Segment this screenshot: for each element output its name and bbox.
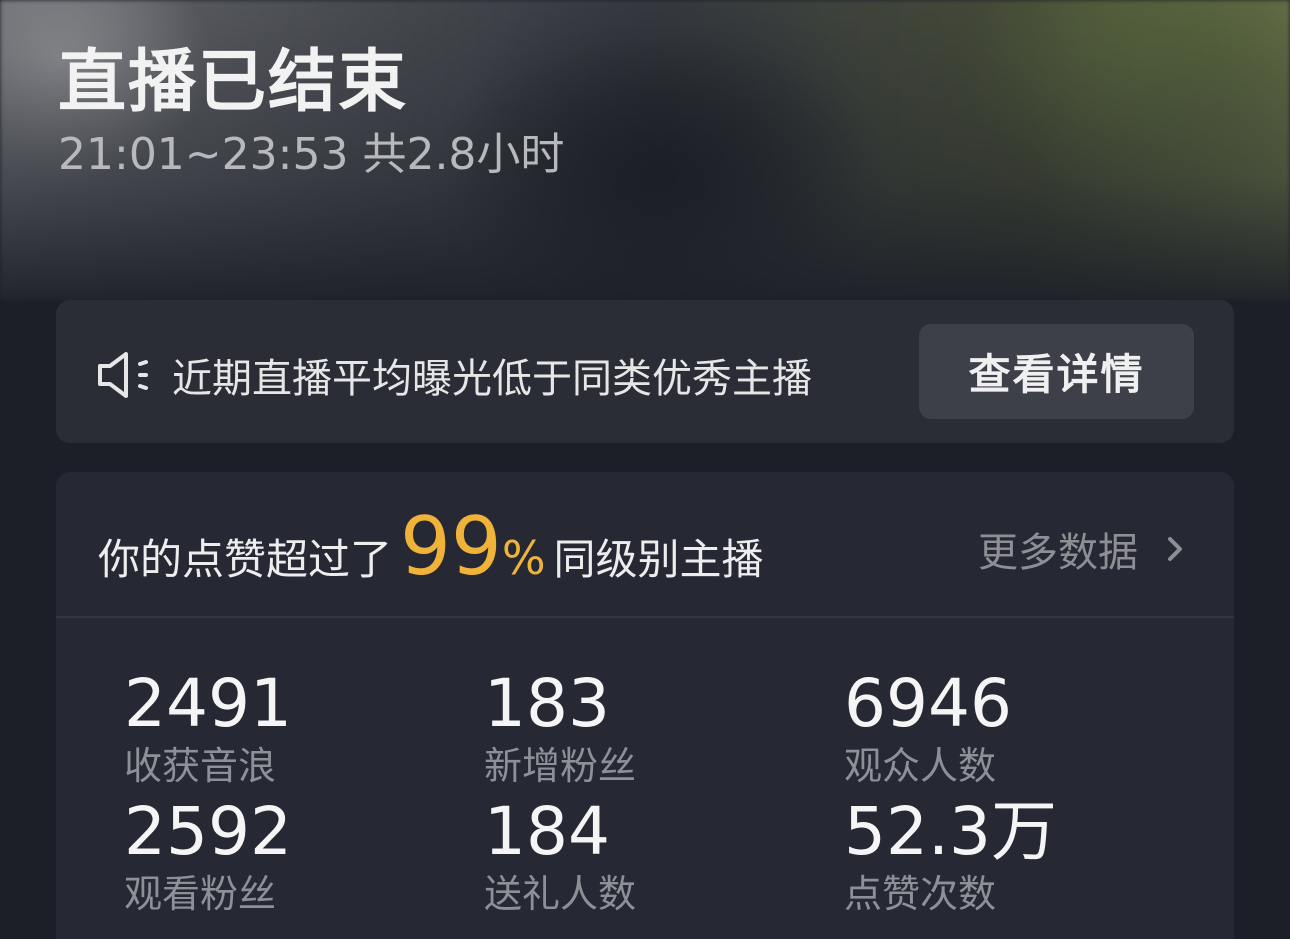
metric-value: 6946: [844, 665, 1012, 742]
likes-rank-row: 你的点赞超过了 99 % 同级别主播 更多数据: [56, 472, 1234, 618]
metric-label: 点赞次数: [844, 872, 997, 916]
metric-label: 观众人数: [844, 744, 997, 788]
rank-percent-sign: %: [501, 531, 546, 585]
metric-value: 52.3万: [844, 793, 1057, 870]
metric-value: 2491: [124, 665, 292, 742]
speaker-icon: [98, 352, 148, 398]
likes-rank-text: 你的点赞超过了 99 % 同级别主播: [98, 500, 764, 593]
metric-likes: 52.3万 点赞次数: [844, 796, 1184, 920]
page-title: 直播已结束: [58, 43, 409, 122]
rank-prefix: 你的点赞超过了: [98, 535, 393, 584]
more-data-link[interactable]: 更多数据: [978, 520, 1190, 578]
rank-suffix: 同级别主播: [553, 535, 764, 584]
notice-text: 近期直播平均曝光低于同类优秀主播: [172, 356, 812, 402]
metric-value: 183: [484, 665, 610, 742]
metric-sound-waves: 2491 收获音浪: [124, 668, 464, 792]
metric-value: 184: [484, 793, 610, 870]
metric-viewers: 6946 观众人数: [844, 668, 1184, 792]
stats-card: 你的点赞超过了 99 % 同级别主播 更多数据 2491 收获音浪 183 新增…: [56, 472, 1234, 939]
metric-gift-senders: 184 送礼人数: [484, 796, 824, 920]
metric-new-fans: 183 新增粉丝: [484, 668, 824, 792]
more-data-label: 更多数据: [978, 530, 1138, 576]
metric-label: 送礼人数: [484, 872, 637, 916]
metric-value: 2592: [124, 793, 292, 870]
chevron-right-icon: [1168, 537, 1182, 561]
metric-label: 新增粉丝: [484, 744, 637, 788]
exposure-notice: 近期直播平均曝光低于同类优秀主播 查看详情: [56, 300, 1234, 443]
metric-watching-fans: 2592 观看粉丝: [124, 796, 464, 920]
metric-label: 收获音浪: [124, 744, 277, 788]
view-details-button[interactable]: 查看详情: [919, 324, 1194, 419]
live-time-range: 21:01~23:53 共2.8小时: [58, 129, 565, 180]
rank-percent-value: 99: [400, 500, 502, 593]
metric-label: 观看粉丝: [124, 872, 277, 916]
live-ended-screen: 直播已结束 21:01~23:53 共2.8小时 近期直播平均曝光低于同类优秀主…: [0, 0, 1290, 939]
